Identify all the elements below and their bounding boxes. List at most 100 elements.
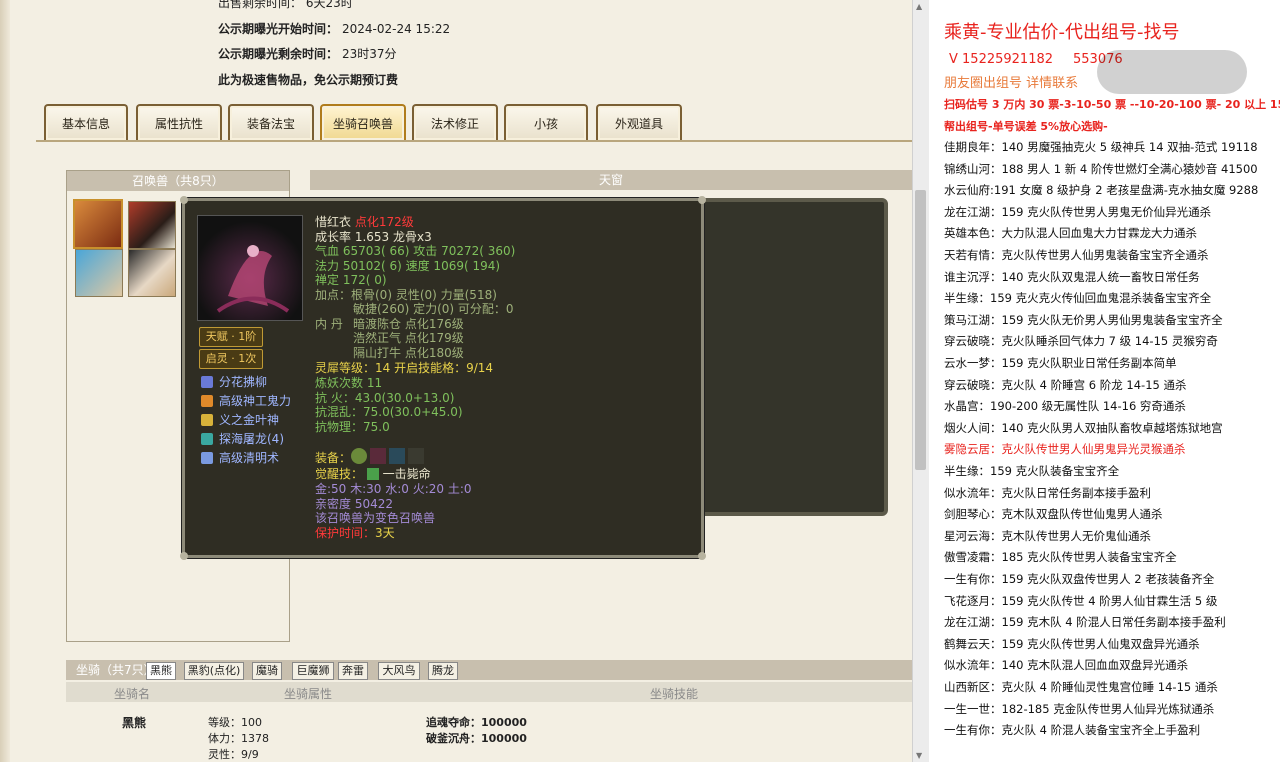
pricing-note: 扫码估号 3 万内 30 票-3-10-50 票 --10-20-100 票- … — [944, 98, 1280, 111]
skill-icon — [201, 376, 213, 388]
scroll-thumb[interactable] — [915, 190, 926, 470]
account-listing-line: 云水一梦：159 克火队职业日常任务副本简单 — [944, 356, 1177, 370]
account-listing-line: 半生缘：159 克火克火传仙回血鬼混杀装备宝宝齐全 — [944, 291, 1212, 306]
mount-tab-3[interactable]: 魔骑 — [252, 662, 282, 680]
col-mount-attrs: 坐骑属性 — [284, 687, 333, 701]
protect-time: 保护时间：3天 — [315, 526, 395, 540]
skill-icon — [201, 433, 213, 445]
account-listing-line: 飞花逐月：159 克火队传世 4 阶男人仙甘霖生活 5 级 — [944, 593, 1218, 608]
mount-skill-2: 破釜沉舟：100000 — [426, 732, 527, 745]
summon-avatar-1[interactable] — [73, 199, 123, 249]
summon-tooltip: 天赋 · 1阶 启灵 · 1次 分花拂柳 高级神工鬼力 义之金叶神 探海屠龙(4… — [180, 196, 706, 560]
instant-sale-note: 此为极速售物品，免公示期预订费 — [218, 73, 399, 87]
skill-icon — [201, 452, 213, 464]
account-listing-line: 半生缘：159 克火队装备宝宝齐全 — [944, 464, 1120, 478]
talent-badge: 天赋 · 1阶 — [199, 327, 263, 347]
vertical-scrollbar[interactable]: ▲ ▼ — [912, 0, 929, 762]
summon-avatar-4[interactable] — [128, 249, 176, 297]
skill-icon — [201, 395, 213, 407]
panel-edge — [0, 0, 10, 762]
mp-speed: 法力 50102( 6) 速度 1069( 194) — [315, 259, 501, 273]
account-listing-line: 一生有你：159 克火队双盘传世男人 2 老孩装备齐全 — [944, 572, 1215, 586]
tab-spell-mods[interactable]: 法术修正 — [412, 104, 498, 140]
seller-ad-panel: 乘黄-专业估价-代出组号-找号 V 15225921182 553076 朋友圈出… — [929, 0, 1280, 762]
tab-attributes[interactable]: 属性抗性 — [136, 104, 222, 140]
account-listing-line: 雾隐云居：克火队传世男人仙男鬼异光灵猴通杀 — [944, 442, 1186, 457]
tab-equipment[interactable]: 装备法宝 — [228, 104, 314, 140]
resist-physical: 抗物理：75.0 — [315, 420, 390, 434]
tab-appearance[interactable]: 外观道具 — [596, 104, 682, 140]
friend-circle-note: 朋友圈出组号 详情联系 — [944, 76, 1079, 91]
summon-list-header: 召唤兽（共8只） — [67, 171, 289, 191]
mount-stamina: 体力：1378 — [208, 732, 269, 745]
inner-core-1: 暗渡陈仓 点化176级 — [353, 317, 464, 331]
mount-tab-7[interactable]: 腾龙 — [428, 662, 458, 680]
mount-skill-1: 追魂夺命：100000 — [426, 716, 527, 729]
tooltip-corner — [698, 196, 706, 204]
equip-slot-icon[interactable] — [351, 448, 367, 464]
mount-tab-5[interactable]: 奔雷 — [338, 662, 368, 680]
equip-slot-icon[interactable] — [370, 448, 386, 464]
watermark-logo — [1097, 50, 1247, 94]
account-listing-line: 穿云破晓：克火队 4 阶睡宫 6 阶龙 14-15 通杀 — [944, 377, 1187, 392]
mount-tab-4[interactable]: 巨魔狮 — [292, 662, 334, 680]
equip-slots — [351, 448, 424, 467]
summon-name-row: 惜红衣 点化172级 — [315, 215, 414, 229]
account-listing-line: 龙在江湖：159 克火队传世男人男鬼无价仙异光通杀 — [944, 204, 1212, 219]
resist-fire: 抗 火：43.0(30.0+13.0) — [315, 391, 455, 405]
scroll-up-icon[interactable]: ▲ — [916, 2, 922, 11]
sale-remaining-time: 出售剩余时间： 6天23时 — [218, 0, 353, 10]
skill-1[interactable]: 分花拂柳 — [201, 373, 267, 390]
tab-basic-info[interactable]: 基本信息 — [44, 104, 128, 140]
mount-col-headers: 坐骑名 坐骑属性 坐骑技能 — [66, 682, 912, 702]
awaken-skill: 觉醒技： 一击毙命 — [315, 467, 431, 481]
tab-child[interactable]: 小孩 — [504, 104, 588, 140]
inner-core-3: 隔山打牛 点化180级 — [353, 346, 464, 360]
equip-label: 装备： — [315, 451, 352, 465]
account-listing-line: 一生一世：182-185 克金队传世男人仙异光炼狱通杀 — [944, 701, 1215, 716]
skill-4[interactable]: 探海屠龙(4) — [201, 430, 284, 447]
mount-tab-1[interactable]: 黑熊 — [146, 662, 176, 680]
summon-figure — [216, 245, 290, 313]
skill-5[interactable]: 高级清明术 — [201, 449, 279, 466]
pricing-note-2: 帮出组号-单号误差 5%放心选购- — [944, 120, 1108, 133]
account-listing-line: 天若有情：克火队传世男人仙男鬼装备宝宝齐全通杀 — [944, 248, 1209, 262]
account-listing-line: 星河云海：克木队传世男人无价鬼仙通杀 — [944, 528, 1151, 543]
growth: 成长率 1.653 龙骨x3 — [315, 230, 432, 244]
account-listing-line: 英雄本色：大力队混人回血鬼大力甘霖龙大力通杀 — [944, 226, 1197, 241]
exposure-start: 公示期曝光开始时间： 2024-02-24 15:22 — [218, 22, 451, 36]
tab-mounts-summons[interactable]: 坐骑召唤兽 — [320, 104, 406, 140]
spirit-badge: 启灵 · 1次 — [199, 349, 263, 369]
account-listing-line: 穿云破晓：克火队睡杀回气体力 7 级 14-15 灵猴穷奇 — [944, 334, 1218, 349]
tooltip-corner — [180, 552, 188, 560]
exposure-remaining: 公示期曝光剩余时间： 23时37分 — [218, 47, 397, 61]
skill-3[interactable]: 义之金叶神 — [201, 411, 279, 428]
storage-header: 天窗 — [310, 170, 912, 190]
mount-tab-2[interactable]: 黑豹(点化) — [184, 662, 244, 680]
resist-chaos: 抗混乱：75.0(30.0+45.0) — [315, 405, 463, 419]
mount-tab-6[interactable]: 大风鸟 — [378, 662, 420, 680]
summon-avatar-2[interactable] — [128, 201, 176, 249]
account-listing-line: 策马江湖：159 克火队无价男人男仙男鬼装备宝宝齐全 — [944, 312, 1223, 327]
account-listing-line: 一生有你：克火队 4 阶混人装备宝宝齐全上手盈利 — [944, 723, 1201, 738]
equip-slot-icon[interactable] — [389, 448, 405, 464]
refine-count: 炼妖次数 11 — [315, 376, 383, 390]
summon-avatar-3[interactable] — [75, 249, 123, 297]
summon-portrait — [197, 215, 303, 321]
mount-name: 黑熊 — [122, 716, 147, 730]
tooltip-corner — [180, 196, 188, 204]
account-listing-line: 山西新区：克火队 4 阶睡仙灵性鬼宫位睡 14-15 通杀 — [944, 680, 1218, 694]
account-listing-line: 似水流年：克火队日常任务副本接手盈利 — [944, 485, 1151, 500]
account-listing-line: 佳期良年：140 男魔强抽克火 5 级神兵 14 双抽-范式 19118 — [944, 140, 1258, 154]
scroll-down-icon[interactable]: ▼ — [916, 751, 922, 760]
account-listing-line: 水云仙府:191 女魔 8 级护身 2 老孩星盘满-克水抽女魔 9288 — [944, 183, 1259, 198]
leaf-icon — [366, 468, 379, 480]
mount-section: 坐骑（共7只） 黑熊 黑豹(点化) 魔骑 巨魔狮 奔雷 大风鸟 腾龙 坐骑名 坐… — [66, 660, 912, 762]
account-listing-line: 龙在江湖：159 克木队 4 阶混人日常任务副本接手盈利 — [944, 615, 1226, 630]
equip-slot-icon[interactable] — [408, 448, 424, 464]
five-elements: 金:50 木:30 水:0 火:20 土:0 — [315, 482, 472, 496]
col-mount-name: 坐骑名 — [114, 687, 151, 701]
skill-2[interactable]: 高级神工鬼力 — [201, 392, 291, 409]
meditation: 禅定 172( 0) — [315, 273, 387, 287]
ad-title: 乘黄-专业估价-代出组号-找号 — [944, 22, 1180, 43]
